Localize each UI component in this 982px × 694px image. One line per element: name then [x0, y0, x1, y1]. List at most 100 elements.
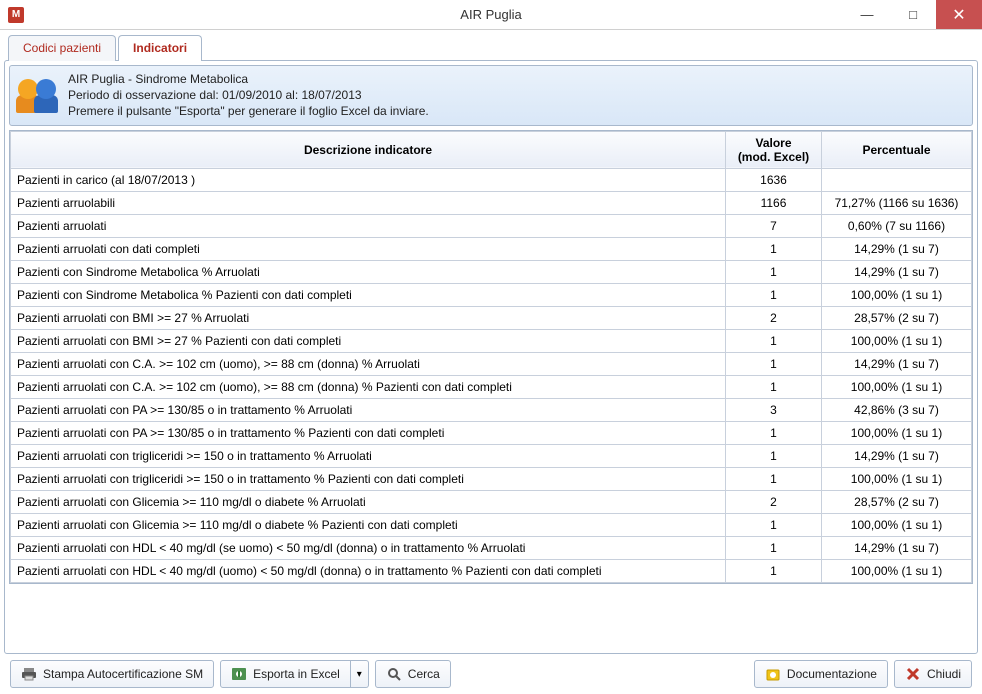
cell-valore: 1	[726, 375, 822, 398]
cell-percentuale: 100,00% (1 su 1)	[822, 375, 972, 398]
cell-percentuale: 28,57% (2 su 7)	[822, 306, 972, 329]
cell-percentuale: 14,29% (1 su 7)	[822, 536, 972, 559]
cell-valore: 1	[726, 352, 822, 375]
cell-valore: 1	[726, 467, 822, 490]
table-row[interactable]: Pazienti arruolati con HDL < 40 mg/dl (u…	[11, 559, 972, 582]
cell-percentuale: 14,29% (1 su 7)	[822, 260, 972, 283]
cell-valore: 1	[726, 329, 822, 352]
window-title: AIR Puglia	[0, 7, 982, 22]
window-controls: — □ ✕	[844, 0, 982, 29]
table-row[interactable]: Pazienti arruolati con PA >= 130/85 o in…	[11, 398, 972, 421]
table-row[interactable]: Pazienti arruolati con BMI >= 27 % Arruo…	[11, 306, 972, 329]
table-row[interactable]: Pazienti arruolati con Glicemia >= 110 m…	[11, 490, 972, 513]
cell-valore: 1	[726, 283, 822, 306]
cell-desc: Pazienti arruolati con trigliceridi >= 1…	[11, 444, 726, 467]
col-header-desc[interactable]: Descrizione indicatore	[11, 131, 726, 168]
bottom-toolbar: Stampa Autocertificazione SM Esporta in …	[4, 654, 978, 694]
excel-icon	[231, 666, 247, 682]
table-row[interactable]: Pazienti con Sindrome Metabolica % Pazie…	[11, 283, 972, 306]
cell-valore: 1166	[726, 191, 822, 214]
cell-desc: Pazienti arruolati con HDL < 40 mg/dl (u…	[11, 559, 726, 582]
cell-percentuale: 100,00% (1 su 1)	[822, 559, 972, 582]
print-button-label: Stampa Autocertificazione SM	[43, 667, 203, 681]
cell-percentuale: 100,00% (1 su 1)	[822, 283, 972, 306]
cell-percentuale: 71,27% (1166 su 1636)	[822, 191, 972, 214]
col-header-valore-l2: (mod. Excel)	[738, 150, 809, 164]
tabstrip: Codici pazienti Indicatori	[4, 34, 978, 60]
cell-desc: Pazienti arruolati	[11, 214, 726, 237]
cell-valore: 7	[726, 214, 822, 237]
table-row[interactable]: Pazienti arruolati con trigliceridi >= 1…	[11, 444, 972, 467]
table-row[interactable]: Pazienti arruolati con C.A. >= 102 cm (u…	[11, 352, 972, 375]
grid-header-row: Descrizione indicatore Valore (mod. Exce…	[11, 131, 972, 168]
table-row[interactable]: Pazienti arruolati70,60% (7 su 1166)	[11, 214, 972, 237]
docs-button[interactable]: Documentazione	[754, 660, 888, 688]
export-button[interactable]: Esporta in Excel	[220, 660, 351, 688]
table-row[interactable]: Pazienti arruolati con dati completi114,…	[11, 237, 972, 260]
cell-desc: Pazienti arruolati con BMI >= 27 % Arruo…	[11, 306, 726, 329]
cell-valore: 2	[726, 490, 822, 513]
info-line3: Premere il pulsante "Esporta" per genera…	[68, 103, 429, 119]
app-icon: M	[8, 7, 24, 23]
cell-percentuale: 100,00% (1 su 1)	[822, 421, 972, 444]
cell-percentuale: 14,29% (1 su 7)	[822, 444, 972, 467]
cell-desc: Pazienti arruolati con trigliceridi >= 1…	[11, 467, 726, 490]
maximize-button[interactable]: □	[890, 0, 936, 29]
search-icon	[386, 666, 402, 682]
table-row[interactable]: Pazienti arruolati con Glicemia >= 110 m…	[11, 513, 972, 536]
cell-desc: Pazienti con Sindrome Metabolica % Arruo…	[11, 260, 726, 283]
table-row[interactable]: Pazienti con Sindrome Metabolica % Arruo…	[11, 260, 972, 283]
info-text: AIR Puglia - Sindrome Metabolica Periodo…	[68, 71, 429, 120]
cell-valore: 1	[726, 559, 822, 582]
tab-codici-pazienti[interactable]: Codici pazienti	[8, 35, 116, 61]
cell-desc: Pazienti arruolati con Glicemia >= 110 m…	[11, 490, 726, 513]
chevron-down-icon: ▾	[357, 669, 362, 680]
docs-button-label: Documentazione	[787, 667, 877, 681]
table-row[interactable]: Pazienti arruolati con C.A. >= 102 cm (u…	[11, 375, 972, 398]
table-row[interactable]: Pazienti arruolabili116671,27% (1166 su …	[11, 191, 972, 214]
col-header-valore-l1: Valore	[755, 136, 791, 150]
table-row[interactable]: Pazienti arruolati con HDL < 40 mg/dl (s…	[11, 536, 972, 559]
col-header-percentuale[interactable]: Percentuale	[822, 131, 972, 168]
titlebar: M AIR Puglia — □ ✕	[0, 0, 982, 30]
table-row[interactable]: Pazienti arruolati con trigliceridi >= 1…	[11, 467, 972, 490]
cell-percentuale: 28,57% (2 su 7)	[822, 490, 972, 513]
cell-valore: 1	[726, 237, 822, 260]
cell-valore: 1	[726, 536, 822, 559]
info-bar: AIR Puglia - Sindrome Metabolica Periodo…	[9, 65, 973, 126]
minimize-button[interactable]: —	[844, 0, 890, 29]
cell-percentuale: 14,29% (1 su 7)	[822, 237, 972, 260]
table-row[interactable]: Pazienti in carico (al 18/07/2013 )1636	[11, 168, 972, 191]
info-line1: AIR Puglia - Sindrome Metabolica	[68, 71, 429, 87]
print-button[interactable]: Stampa Autocertificazione SM	[10, 660, 214, 688]
cell-desc: Pazienti arruolati con C.A. >= 102 cm (u…	[11, 352, 726, 375]
cell-desc: Pazienti arruolati con PA >= 130/85 o in…	[11, 421, 726, 444]
info-line2: Periodo di osservazione dal: 01/09/2010 …	[68, 87, 429, 103]
cell-valore: 3	[726, 398, 822, 421]
cell-percentuale	[822, 168, 972, 191]
export-button-label: Esporta in Excel	[253, 667, 340, 681]
indicator-grid: Descrizione indicatore Valore (mod. Exce…	[9, 130, 973, 584]
cell-desc: Pazienti arruolati con C.A. >= 102 cm (u…	[11, 375, 726, 398]
cell-desc: Pazienti arruolati con dati completi	[11, 237, 726, 260]
close-window-button[interactable]: ✕	[936, 0, 982, 29]
search-button[interactable]: Cerca	[375, 660, 451, 688]
close-button-label: Chiudi	[927, 667, 961, 681]
cell-desc: Pazienti arruolabili	[11, 191, 726, 214]
cell-percentuale: 0,60% (7 su 1166)	[822, 214, 972, 237]
close-button[interactable]: Chiudi	[894, 660, 972, 688]
cell-desc: Pazienti arruolati con Glicemia >= 110 m…	[11, 513, 726, 536]
cell-percentuale: 42,86% (3 su 7)	[822, 398, 972, 421]
cell-valore: 1636	[726, 168, 822, 191]
table-row[interactable]: Pazienti arruolati con BMI >= 27 % Pazie…	[11, 329, 972, 352]
cell-valore: 1	[726, 260, 822, 283]
export-split-button: Esporta in Excel ▾	[220, 660, 369, 688]
col-header-valore[interactable]: Valore (mod. Excel)	[726, 131, 822, 168]
export-dropdown-arrow[interactable]: ▾	[351, 660, 369, 688]
cell-desc: Pazienti arruolati con PA >= 130/85 o in…	[11, 398, 726, 421]
cell-desc: Pazienti in carico (al 18/07/2013 )	[11, 168, 726, 191]
table-row[interactable]: Pazienti arruolati con PA >= 130/85 o in…	[11, 421, 972, 444]
cell-percentuale: 100,00% (1 su 1)	[822, 329, 972, 352]
cell-percentuale: 14,29% (1 su 7)	[822, 352, 972, 375]
tab-indicatori[interactable]: Indicatori	[118, 35, 202, 61]
